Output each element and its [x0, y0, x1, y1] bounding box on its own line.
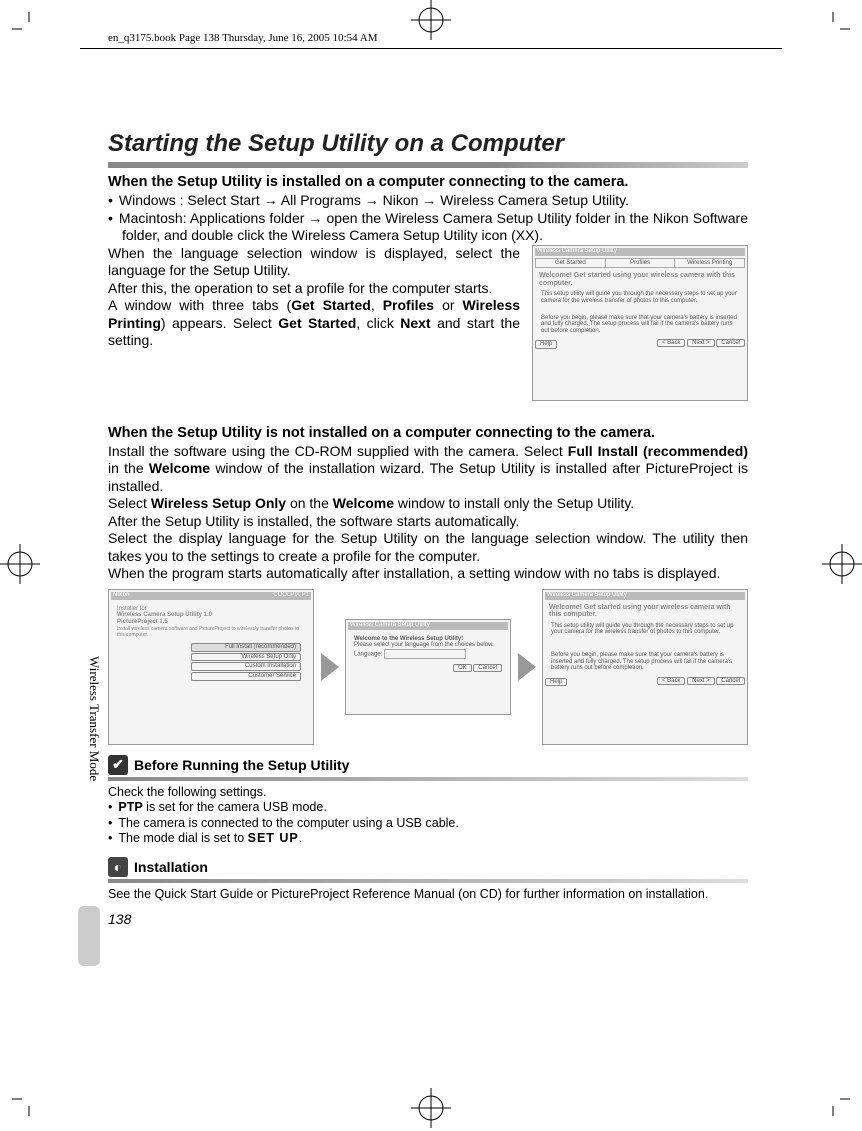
crop-mark-br: [816, 1082, 850, 1116]
check-icon: ✔: [108, 755, 128, 775]
registration-mark: [411, 0, 451, 40]
section-rule: [108, 777, 748, 781]
screenshot-language: Wireless Camera Setup Utility Welcome to…: [345, 619, 511, 715]
section-rule: [108, 879, 748, 883]
screenshot-installer: NikonCOOLPIX P1 Installer for Wireless C…: [108, 589, 314, 745]
page-title: Starting the Setup Utility on a Computer: [108, 130, 748, 158]
registration-mark: [0, 544, 40, 584]
crop-mark-tl: [12, 12, 46, 46]
page-content: Starting the Setup Utility on a Computer…: [108, 130, 748, 927]
installation-heading: ◐ Installation: [108, 857, 748, 877]
bullet-list: Windows : Select Start → All Programs → …: [108, 192, 748, 245]
screenshot-setup-utility-2: Wireless Camera Setup Utility Welcome! G…: [542, 589, 748, 745]
note-icon: ◐: [108, 857, 128, 877]
crop-mark-tr: [816, 12, 850, 46]
arrow-icon: [518, 653, 536, 681]
section2-heading: When the Setup Utility is not installed …: [108, 425, 748, 441]
screenshot-setup-utility: Wireless Camera Setup Utility Get Starte…: [532, 245, 748, 401]
list-item: Windows : Select Start → All Programs → …: [108, 192, 748, 210]
before-body: Check the following settings. PTP is set…: [108, 785, 748, 848]
page-number: 138: [108, 911, 748, 927]
title-rule: [108, 162, 748, 168]
installation-body: See the Quick Start Guide or PictureProj…: [108, 887, 748, 903]
header-rule: [80, 48, 782, 49]
list-item: The mode dial is set to SET UP.: [108, 831, 748, 847]
section2-body: Install the software using the CD-ROM su…: [108, 443, 748, 583]
side-tab-label: Wireless Transfer Mode: [86, 656, 102, 781]
list-item: Macintosh: Applications folder → open th…: [108, 210, 748, 245]
side-thumb-tab: [78, 906, 100, 966]
screenshots-row: NikonCOOLPIX P1 Installer for Wireless C…: [108, 589, 748, 745]
registration-mark: [411, 1088, 451, 1128]
list-item: The camera is connected to the computer …: [108, 816, 748, 832]
file-meta: en_q3175.book Page 138 Thursday, June 16…: [108, 32, 377, 44]
section1-heading: When the Setup Utility is installed on a…: [108, 174, 748, 190]
section1-body: When the language selection window is di…: [108, 245, 520, 350]
list-item: PTP is set for the camera USB mode.: [108, 800, 748, 816]
crop-mark-bl: [12, 1082, 46, 1116]
arrow-icon: [321, 653, 339, 681]
registration-mark: [822, 544, 862, 584]
before-running-heading: ✔ Before Running the Setup Utility: [108, 755, 748, 775]
